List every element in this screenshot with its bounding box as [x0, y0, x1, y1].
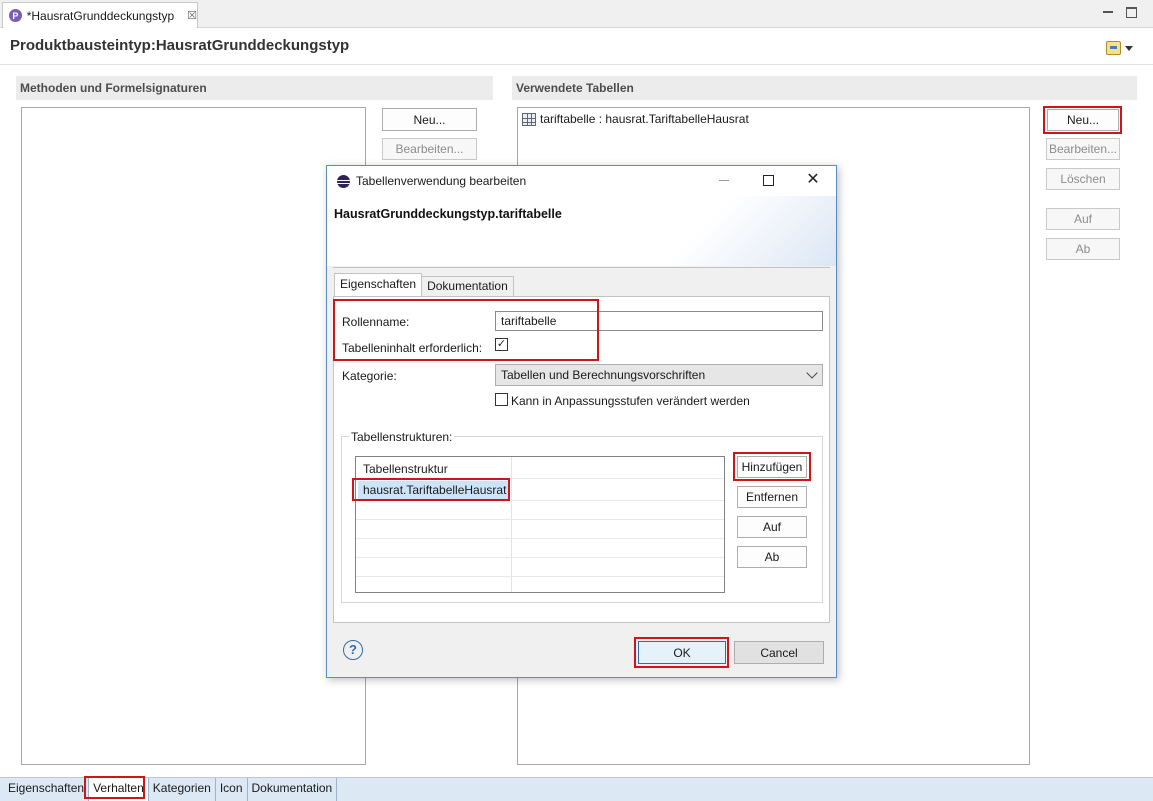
dialog-titlebar[interactable]: Tabellenverwendung bearbeiten: [327, 166, 836, 196]
row-divider: [356, 576, 724, 577]
structure-down-button[interactable]: Ab: [737, 546, 807, 568]
methods-edit-button[interactable]: Bearbeiten...: [382, 138, 477, 160]
edit-table-usage-dialog: Tabellenverwendung bearbeiten ✕ HausratG…: [326, 165, 837, 678]
methods-section-header: Methoden und Formelsignaturen: [16, 76, 493, 100]
header-toolbar-menu[interactable]: [1106, 39, 1140, 57]
row-divider: [356, 557, 724, 558]
row-divider: [356, 519, 724, 520]
tables-down-button[interactable]: Ab: [1046, 238, 1120, 260]
cancel-button[interactable]: Cancel: [734, 641, 824, 664]
minimize-icon[interactable]: [1102, 6, 1114, 18]
structure-up-button[interactable]: Auf: [737, 516, 807, 538]
kategorie-select[interactable]: Tabellen und Berechnungsvorschriften: [495, 364, 823, 386]
methods-list[interactable]: [21, 107, 366, 765]
tab-kategorien[interactable]: Kategorien: [149, 778, 216, 801]
tables-up-button[interactable]: Auf: [1046, 208, 1120, 230]
anpassung-label: Kann in Anpassungsstufen verändert werde…: [511, 394, 750, 408]
header-divider: [0, 64, 1153, 65]
structures-group-label: Tabellenstrukturen:: [349, 430, 455, 444]
row-divider: [356, 478, 724, 479]
tables-delete-button[interactable]: Löschen: [1046, 168, 1120, 190]
required-label: Tabelleninhalt erforderlich:: [342, 341, 483, 355]
editor-tab[interactable]: P *HausratGrunddeckungstyp ☒: [2, 2, 198, 28]
table-icon: [522, 112, 536, 126]
dialog-tabs: Eigenschaften Dokumentation: [334, 273, 514, 296]
tab-dokumentation[interactable]: Dokumentation: [248, 778, 338, 801]
dialog-subtitle: HausratGrunddeckungstyp.tariftabelle: [334, 207, 562, 221]
dialog-maximize-icon[interactable]: [763, 175, 774, 186]
kategorie-label: Kategorie:: [342, 369, 397, 383]
table-row[interactable]: hausrat.TariftabelleHausrat: [358, 481, 509, 499]
row-divider: [356, 500, 724, 501]
methods-new-button[interactable]: Neu...: [382, 108, 477, 131]
tables-edit-button[interactable]: Bearbeiten...: [1046, 138, 1120, 160]
tables-section-header: Verwendete Tabellen: [512, 76, 1137, 100]
maximize-icon[interactable]: [1126, 7, 1137, 18]
tab-verhalten[interactable]: Verhalten: [89, 778, 149, 801]
dialog-minimize-icon[interactable]: [719, 180, 729, 181]
rollenname-label: Rollenname:: [342, 315, 410, 329]
structures-column-header: Tabellenstruktur: [363, 462, 448, 476]
rollenname-field[interactable]: tariftabelle: [495, 311, 823, 331]
list-item[interactable]: tariftabelle : hausrat.TariftabelleHausr…: [522, 111, 749, 127]
add-structure-button[interactable]: Hinzufügen: [737, 456, 807, 478]
close-icon[interactable]: ✕: [805, 170, 821, 190]
product-type-icon: P: [9, 9, 22, 22]
row-divider: [356, 538, 724, 539]
import-icon: [1106, 41, 1121, 55]
table-item-label: tariftabelle : hausrat.TariftabelleHausr…: [540, 112, 749, 126]
tab-eigenschaften[interactable]: Eigenschaften: [334, 273, 423, 296]
tab-icon[interactable]: Icon: [216, 778, 248, 801]
ok-button[interactable]: OK: [638, 641, 726, 664]
anpassung-checkbox[interactable]: [495, 393, 508, 406]
required-checkbox[interactable]: ✓: [495, 338, 508, 351]
help-icon[interactable]: ?: [343, 640, 363, 660]
chevron-down-icon: [1125, 45, 1133, 51]
page-title: Produktbausteintyp:HausratGrunddeckungst…: [10, 37, 350, 54]
tables-new-button[interactable]: Neu...: [1047, 109, 1119, 131]
dialog-title: Tabellenverwendung bearbeiten: [356, 174, 527, 188]
tab-dokumentation[interactable]: Dokumentation: [421, 276, 514, 296]
bottom-tab-bar: Eigenschaften Verhalten Kategorien Icon …: [0, 777, 1153, 801]
eclipse-icon: [337, 174, 350, 188]
tab-eigenschaften[interactable]: Eigenschaften: [4, 778, 90, 801]
banner-divider: [333, 267, 830, 268]
structures-table[interactable]: Tabellenstruktur hausrat.TariftabelleHau…: [355, 456, 725, 593]
remove-structure-button[interactable]: Entfernen: [737, 486, 807, 508]
close-icon[interactable]: ☒: [187, 9, 197, 22]
editor-tab-label: *HausratGrunddeckungstyp: [26, 8, 175, 23]
